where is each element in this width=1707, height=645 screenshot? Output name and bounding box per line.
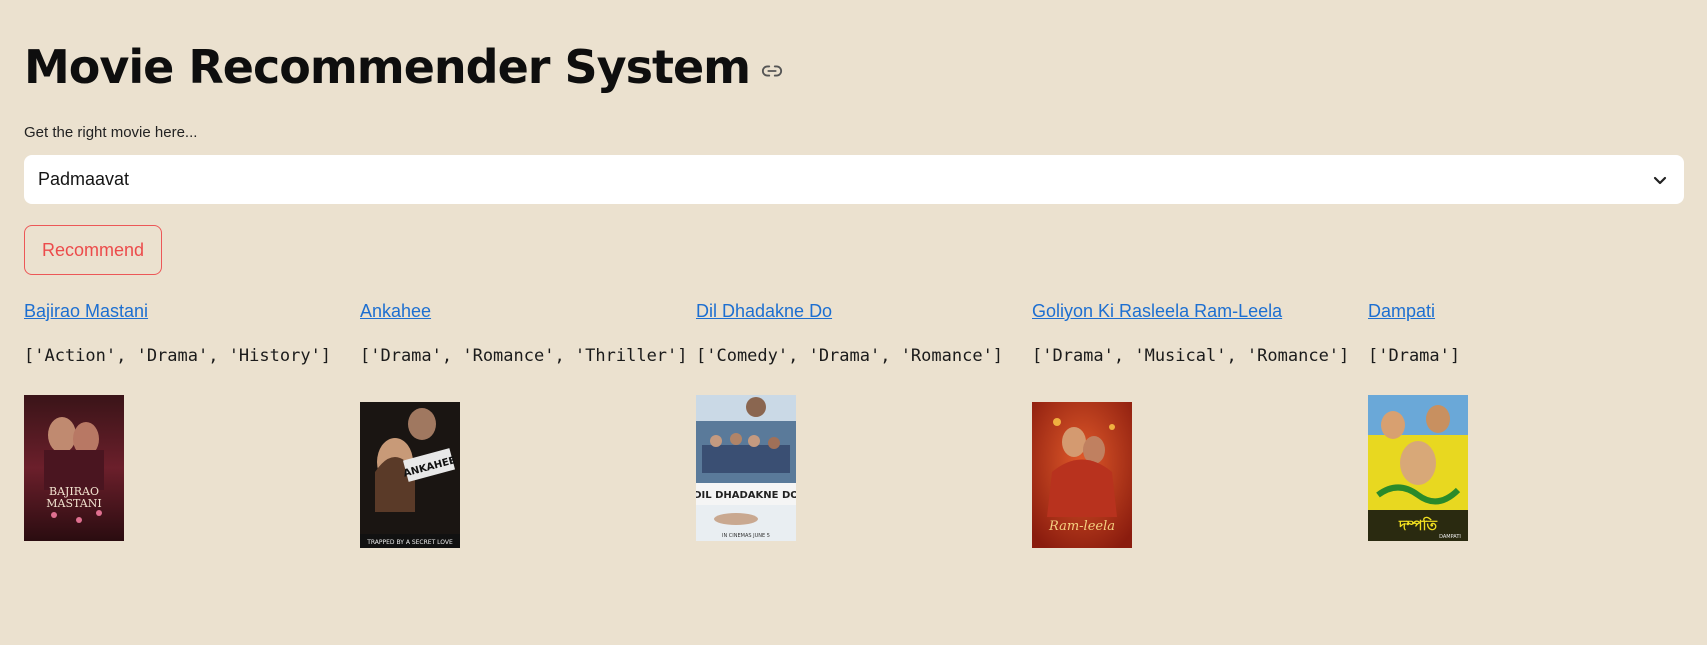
recommend-button[interactable]: Recommend xyxy=(24,225,162,275)
chevron-down-icon[interactable] xyxy=(1650,170,1670,190)
recommendation-column: Dampati ['Drama'] xyxy=(1368,296,1698,368)
page-title: Movie Recommender System xyxy=(24,40,751,94)
movie-poster: দম্পতি DAMPATI xyxy=(1368,395,1468,541)
link-icon[interactable] xyxy=(760,59,784,83)
title-row: Movie Recommender System xyxy=(24,36,784,98)
poster-text: DIL DHADAKNE DO xyxy=(696,490,796,501)
movie-title-link[interactable]: Ankahee xyxy=(360,296,690,326)
poster-text: Ram-leela xyxy=(1048,519,1115,534)
movie-select-label: Get the right movie here... xyxy=(24,124,198,141)
svg-text:MASTANI: MASTANI xyxy=(46,497,101,510)
recommendation-column: Goliyon Ki Rasleela Ram-Leela ['Drama', … xyxy=(1032,296,1362,368)
movie-poster: ANKAHEE TRAPPED BY A SECRET LOVE xyxy=(360,402,460,548)
movie-poster: DIL DHADAKNE DO IN CINEMAS JUNE 5 xyxy=(696,395,796,541)
recommendation-column: Bajirao Mastani ['Action', 'Drama', 'His… xyxy=(24,296,354,368)
movie-genres: ['Action', 'Drama', 'History'] xyxy=(24,346,332,366)
movie-genres: ['Comedy', 'Drama', 'Romance'] xyxy=(696,346,1004,366)
movie-select[interactable]: Padmaavat xyxy=(24,155,1684,204)
movie-genres: ['Drama'] xyxy=(1368,346,1461,366)
movie-poster: BAJIRAO MASTANI xyxy=(24,395,124,541)
recommendation-column: Dil Dhadakne Do ['Comedy', 'Drama', 'Rom… xyxy=(696,296,1026,368)
movie-select-value: Padmaavat xyxy=(38,169,130,189)
svg-text:IN CINEMAS JUNE 5: IN CINEMAS JUNE 5 xyxy=(722,533,770,539)
movie-genres: ['Drama', 'Romance', 'Thriller'] xyxy=(360,346,688,366)
movie-title-link[interactable]: Dampati xyxy=(1368,296,1698,326)
movie-genres: ['Drama', 'Musical', 'Romance'] xyxy=(1032,346,1350,366)
recommendations-row: Bajirao Mastani ['Action', 'Drama', 'His… xyxy=(24,296,1684,556)
svg-text:TRAPPED BY A SECRET LOVE: TRAPPED BY A SECRET LOVE xyxy=(366,539,453,546)
svg-text:DAMPATI: DAMPATI xyxy=(1439,534,1461,540)
movie-title-link[interactable]: Dil Dhadakne Do xyxy=(696,296,1026,326)
movie-title-link[interactable]: Bajirao Mastani xyxy=(24,296,354,326)
app-container: Movie Recommender System Get the right m… xyxy=(0,0,1707,645)
recommendation-column: Ankahee ['Drama', 'Romance', 'Thriller'] xyxy=(360,296,690,368)
movie-title-link[interactable]: Goliyon Ki Rasleela Ram-Leela xyxy=(1032,296,1362,326)
movie-poster: Ram-leela xyxy=(1032,402,1132,548)
poster-text: দম্পতি xyxy=(1398,516,1438,534)
